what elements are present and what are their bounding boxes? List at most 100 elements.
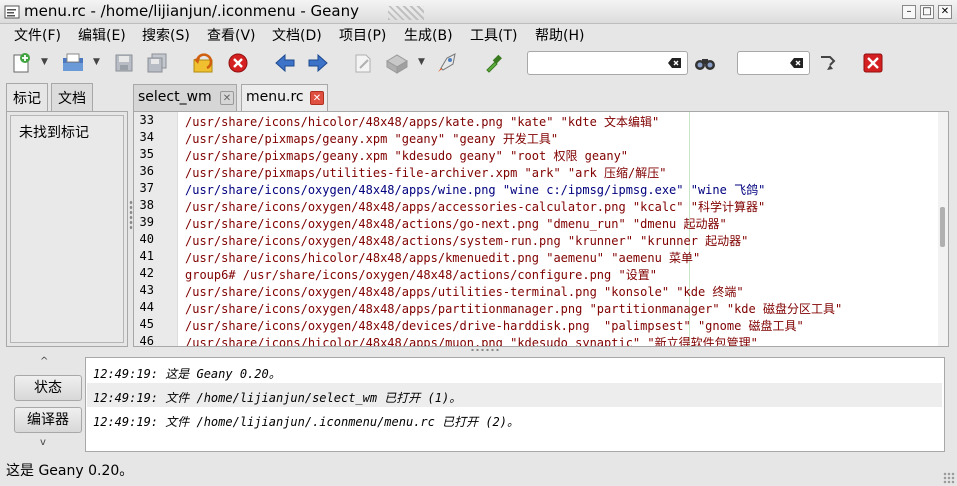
line-number: 35 — [139, 147, 154, 161]
no-symbols-text: 未找到标记 — [19, 125, 89, 141]
scroll-up-icon[interactable]: ^ — [40, 356, 48, 367]
code-line: /usr/share/pixmaps/geany.xpm "kdesudo ge… — [185, 149, 629, 163]
new-file-dropdown-icon[interactable]: ▼ — [41, 57, 51, 69]
line-number: 44 — [139, 300, 154, 314]
code-line: /usr/share/icons/hicolor/48x48/apps/kate… — [185, 115, 660, 129]
build-button[interactable] — [384, 50, 410, 76]
execute-button[interactable] — [434, 50, 460, 76]
find-button[interactable] — [692, 50, 718, 76]
tab-status[interactable]: 状态 — [14, 375, 82, 401]
open-file-button[interactable] — [60, 50, 86, 76]
list-item: 12:49:19: 文件 /home/lijianjun/select_wm 已… — [87, 383, 942, 407]
compile-icon — [355, 54, 371, 73]
symbol-list[interactable]: 未找到标记 — [10, 115, 124, 343]
status-messages[interactable]: 12:49:19: 这是 Geany 0.20。 12:49:19: 文件 /h… — [85, 357, 945, 452]
title-bar: menu.rc - /home/lijianjun/.iconmenu - Ge… — [0, 0, 957, 24]
line-number: 34 — [139, 130, 154, 144]
line-number: 37 — [139, 181, 154, 195]
open-file-dropdown-icon[interactable]: ▼ — [93, 57, 103, 69]
back-icon — [275, 53, 295, 73]
code-line: /usr/share/icons/hicolor/48x48/apps/muon… — [185, 336, 758, 347]
new-file-icon — [13, 53, 30, 73]
menu-document[interactable]: 文档(D) — [272, 25, 322, 45]
open-file-icon — [63, 53, 83, 71]
editor-scrollbar[interactable] — [938, 112, 948, 346]
tab-compiler[interactable]: 编译器 — [14, 407, 82, 433]
doc-tab-label: select_wm — [138, 89, 212, 105]
code-line: /usr/share/icons/oxygen/48x48/apps/utili… — [185, 285, 744, 299]
minimize-button[interactable]: – — [902, 5, 916, 19]
sidebar-panel: 未找到标记 — [6, 111, 128, 347]
build-dropdown-icon[interactable]: ▼ — [418, 57, 428, 69]
line-number: 42 — [139, 266, 154, 280]
message-resize-handle[interactable] — [470, 348, 500, 352]
quit-icon — [863, 53, 883, 73]
resize-grip[interactable] — [943, 472, 955, 484]
color-picker-button[interactable] — [481, 50, 507, 76]
menu-bar: 文件(F) 编辑(E) 搜索(S) 查看(V) 文档(D) 项目(P) 生成(B… — [0, 24, 957, 45]
execute-icon — [438, 53, 456, 72]
line-number: 36 — [139, 164, 154, 178]
scroll-down-icon[interactable]: v — [40, 437, 46, 448]
menu-build[interactable]: 生成(B) — [404, 25, 453, 45]
code-line: /usr/share/icons/oxygen/48x48/actions/go… — [185, 217, 727, 231]
line-number: 43 — [139, 283, 154, 297]
toolbar: ▼ ▼ ▼ — [0, 45, 957, 81]
close-window-button[interactable]: ✕ — [938, 5, 952, 19]
menu-file[interactable]: 文件(F) — [14, 25, 61, 45]
menu-project[interactable]: 项目(P) — [339, 25, 386, 45]
line-number: 40 — [139, 232, 154, 246]
tab-symbols[interactable]: 标记 — [6, 83, 48, 112]
geany-app-icon — [4, 5, 20, 19]
quit-button[interactable] — [860, 50, 886, 76]
close-file-icon — [228, 53, 248, 73]
menu-view[interactable]: 查看(V) — [207, 25, 256, 45]
line-number: 33 — [139, 113, 154, 127]
code-line: /usr/share/pixmaps/geany.xpm "geany" "ge… — [185, 132, 559, 146]
doc-tab-menu-rc[interactable]: menu.rc ✕ — [241, 84, 328, 112]
close-file-button[interactable] — [225, 50, 251, 76]
menu-search[interactable]: 搜索(S) — [142, 25, 190, 45]
search-input[interactable] — [527, 51, 688, 75]
doc-tab-select-wm[interactable]: select_wm ✕ — [133, 84, 237, 111]
close-tab-icon[interactable]: ✕ — [310, 91, 324, 105]
menu-tools[interactable]: 工具(T) — [470, 25, 517, 45]
menu-help[interactable]: 帮助(H) — [535, 25, 584, 45]
maximize-button[interactable]: □ — [920, 5, 934, 19]
forward-icon — [308, 53, 328, 73]
menu-edit[interactable]: 编辑(E) — [78, 25, 126, 45]
clear-search-icon[interactable] — [668, 57, 682, 69]
scrollbar-thumb[interactable] — [940, 207, 945, 247]
clear-goto-icon[interactable] — [790, 57, 804, 69]
goto-line-input[interactable] — [737, 51, 810, 75]
forward-button[interactable] — [305, 50, 331, 76]
code-line: /usr/share/icons/oxygen/48x48/apps/acces… — [185, 200, 766, 214]
code-editor[interactable]: 33/usr/share/icons/hicolor/48x48/apps/ka… — [133, 111, 949, 347]
revert-button[interactable] — [190, 50, 216, 76]
list-item: 12:49:19: 文件 /home/lijianjun/.iconmenu/m… — [93, 415, 520, 429]
save-all-button[interactable] — [144, 50, 170, 76]
line-number: 39 — [139, 215, 154, 229]
compile-button[interactable] — [350, 50, 376, 76]
code-line: /usr/share/icons/oxygen/48x48/actions/sy… — [185, 234, 749, 248]
goto-line-button[interactable] — [815, 50, 841, 76]
tab-documents[interactable]: 文档 — [51, 83, 93, 111]
save-icon — [115, 54, 133, 72]
find-icon — [695, 59, 715, 70]
back-button[interactable] — [272, 50, 298, 76]
window-title: menu.rc - /home/lijianjun/.iconmenu - Ge… — [24, 2, 359, 20]
close-tab-icon[interactable]: ✕ — [220, 91, 234, 105]
code-line: /usr/share/icons/oxygen/48x48/apps/parti… — [185, 302, 843, 316]
code-line: group6# /usr/share/icons/oxygen/48x48/ac… — [185, 268, 657, 282]
doc-tab-label: menu.rc — [246, 89, 304, 105]
goto-line-icon — [821, 56, 836, 70]
code-line: /usr/share/icons/oxygen/48x48/devices/dr… — [185, 319, 804, 333]
line-number: 38 — [139, 198, 154, 212]
list-item: 12:49:19: 这是 Geany 0.20。 — [93, 367, 281, 381]
build-icon — [386, 54, 408, 74]
save-all-icon — [147, 53, 167, 73]
new-file-button[interactable] — [8, 50, 34, 76]
code-line: /usr/share/pixmaps/utilities-file-archiv… — [185, 166, 667, 180]
status-text: 这是 Geany 0.20。 — [6, 463, 134, 479]
save-button[interactable] — [111, 50, 137, 76]
